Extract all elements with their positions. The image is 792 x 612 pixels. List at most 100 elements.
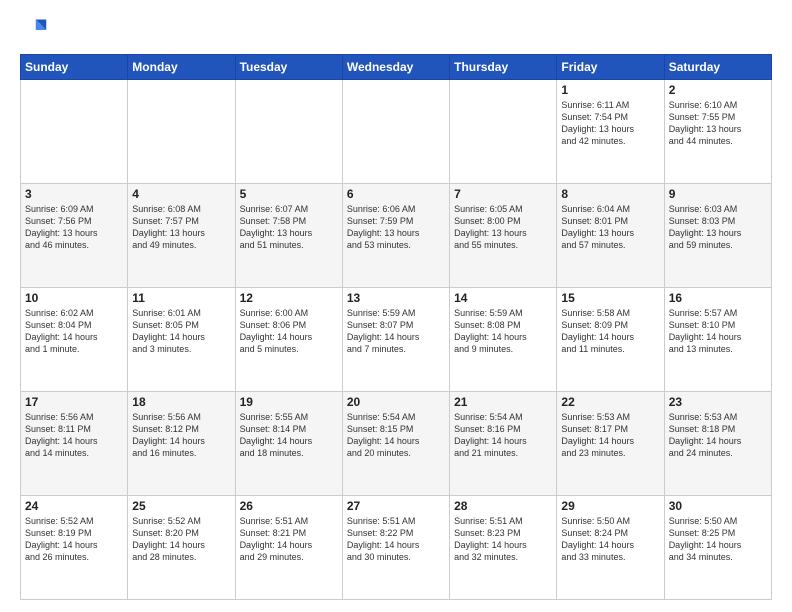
day-info: Sunrise: 5:51 AMSunset: 8:23 PMDaylight:…	[454, 515, 552, 564]
day-info: Sunrise: 6:03 AMSunset: 8:03 PMDaylight:…	[669, 203, 767, 252]
calendar-cell	[342, 80, 449, 184]
weekday-header-thursday: Thursday	[450, 55, 557, 80]
day-number: 6	[347, 187, 445, 201]
day-number: 30	[669, 499, 767, 513]
calendar-cell: 21 Sunrise: 5:54 AMSunset: 8:16 PMDayligh…	[450, 392, 557, 496]
day-number: 18	[132, 395, 230, 409]
day-info: Sunrise: 5:51 AMSunset: 8:21 PMDaylight:…	[240, 515, 338, 564]
weekday-header-sunday: Sunday	[21, 55, 128, 80]
day-info: Sunrise: 6:05 AMSunset: 8:00 PMDaylight:…	[454, 203, 552, 252]
calendar-cell: 19 Sunrise: 5:55 AMSunset: 8:14 PMDayligh…	[235, 392, 342, 496]
day-number: 27	[347, 499, 445, 513]
calendar-cell: 23 Sunrise: 5:53 AMSunset: 8:18 PMDayligh…	[664, 392, 771, 496]
day-info: Sunrise: 5:53 AMSunset: 8:18 PMDaylight:…	[669, 411, 767, 460]
day-info: Sunrise: 5:52 AMSunset: 8:20 PMDaylight:…	[132, 515, 230, 564]
calendar-table: SundayMondayTuesdayWednesdayThursdayFrid…	[20, 54, 772, 600]
day-number: 13	[347, 291, 445, 305]
logo	[20, 16, 52, 44]
day-info: Sunrise: 5:56 AMSunset: 8:12 PMDaylight:…	[132, 411, 230, 460]
weekday-header-saturday: Saturday	[664, 55, 771, 80]
day-number: 14	[454, 291, 552, 305]
calendar-cell: 10 Sunrise: 6:02 AMSunset: 8:04 PMDayligh…	[21, 288, 128, 392]
calendar-cell: 17 Sunrise: 5:56 AMSunset: 8:11 PMDayligh…	[21, 392, 128, 496]
calendar-cell: 9 Sunrise: 6:03 AMSunset: 8:03 PMDaylight…	[664, 184, 771, 288]
day-info: Sunrise: 6:00 AMSunset: 8:06 PMDaylight:…	[240, 307, 338, 356]
calendar-cell	[128, 80, 235, 184]
calendar-week-row-5: 24 Sunrise: 5:52 AMSunset: 8:19 PMDayligh…	[21, 496, 772, 600]
day-number: 23	[669, 395, 767, 409]
day-info: Sunrise: 6:07 AMSunset: 7:58 PMDaylight:…	[240, 203, 338, 252]
calendar-cell: 14 Sunrise: 5:59 AMSunset: 8:08 PMDayligh…	[450, 288, 557, 392]
calendar-week-row-2: 3 Sunrise: 6:09 AMSunset: 7:56 PMDaylight…	[21, 184, 772, 288]
calendar-cell: 11 Sunrise: 6:01 AMSunset: 8:05 PMDayligh…	[128, 288, 235, 392]
day-info: Sunrise: 5:59 AMSunset: 8:07 PMDaylight:…	[347, 307, 445, 356]
calendar-cell: 2 Sunrise: 6:10 AMSunset: 7:55 PMDaylight…	[664, 80, 771, 184]
calendar-cell: 15 Sunrise: 5:58 AMSunset: 8:09 PMDayligh…	[557, 288, 664, 392]
day-number: 16	[669, 291, 767, 305]
calendar-cell: 1Sunrise: 6:11 AMSunset: 7:54 PMDaylight…	[557, 80, 664, 184]
day-number: 25	[132, 499, 230, 513]
logo-icon	[20, 16, 48, 44]
day-info: Sunrise: 5:53 AMSunset: 8:17 PMDaylight:…	[561, 411, 659, 460]
day-number: 4	[132, 187, 230, 201]
day-number: 29	[561, 499, 659, 513]
day-number: 17	[25, 395, 123, 409]
day-info: Sunrise: 5:52 AMSunset: 8:19 PMDaylight:…	[25, 515, 123, 564]
calendar-cell: 6 Sunrise: 6:06 AMSunset: 7:59 PMDaylight…	[342, 184, 449, 288]
day-number: 2	[669, 83, 767, 97]
calendar-cell	[450, 80, 557, 184]
day-info: Sunrise: 6:04 AMSunset: 8:01 PMDaylight:…	[561, 203, 659, 252]
calendar-cell: 30 Sunrise: 5:50 AMSunset: 8:25 PMDayligh…	[664, 496, 771, 600]
day-info: Sunrise: 5:57 AMSunset: 8:10 PMDaylight:…	[669, 307, 767, 356]
day-info: Sunrise: 5:55 AMSunset: 8:14 PMDaylight:…	[240, 411, 338, 460]
day-info: Sunrise: 6:06 AMSunset: 7:59 PMDaylight:…	[347, 203, 445, 252]
day-number: 24	[25, 499, 123, 513]
day-number: 10	[25, 291, 123, 305]
day-info: Sunrise: 6:02 AMSunset: 8:04 PMDaylight:…	[25, 307, 123, 356]
day-info: Sunrise: 5:54 AMSunset: 8:16 PMDaylight:…	[454, 411, 552, 460]
day-info: Sunrise: 5:58 AMSunset: 8:09 PMDaylight:…	[561, 307, 659, 356]
calendar-cell: 22 Sunrise: 5:53 AMSunset: 8:17 PMDayligh…	[557, 392, 664, 496]
day-info: Sunrise: 5:51 AMSunset: 8:22 PMDaylight:…	[347, 515, 445, 564]
day-number: 26	[240, 499, 338, 513]
day-info: Sunrise: 5:50 AMSunset: 8:25 PMDaylight:…	[669, 515, 767, 564]
day-number: 21	[454, 395, 552, 409]
calendar-cell: 29Sunrise: 5:50 AMSunset: 8:24 PMDayligh…	[557, 496, 664, 600]
day-info: Sunrise: 6:08 AMSunset: 7:57 PMDaylight:…	[132, 203, 230, 252]
day-number: 9	[669, 187, 767, 201]
day-number: 7	[454, 187, 552, 201]
calendar-cell: 20 Sunrise: 5:54 AMSunset: 8:15 PMDayligh…	[342, 392, 449, 496]
day-number: 3	[25, 187, 123, 201]
weekday-header-tuesday: Tuesday	[235, 55, 342, 80]
day-number: 19	[240, 395, 338, 409]
calendar-header-row: SundayMondayTuesdayWednesdayThursdayFrid…	[21, 55, 772, 80]
calendar-cell: 26 Sunrise: 5:51 AMSunset: 8:21 PMDayligh…	[235, 496, 342, 600]
day-info: Sunrise: 5:59 AMSunset: 8:08 PMDaylight:…	[454, 307, 552, 356]
calendar-week-row-4: 17 Sunrise: 5:56 AMSunset: 8:11 PMDayligh…	[21, 392, 772, 496]
day-number: 8	[561, 187, 659, 201]
calendar-cell: 25 Sunrise: 5:52 AMSunset: 8:20 PMDayligh…	[128, 496, 235, 600]
day-info: Sunrise: 6:11 AMSunset: 7:54 PMDaylight:…	[561, 99, 659, 148]
day-number: 12	[240, 291, 338, 305]
day-info: Sunrise: 5:56 AMSunset: 8:11 PMDaylight:…	[25, 411, 123, 460]
weekday-header-friday: Friday	[557, 55, 664, 80]
calendar-cell: 4 Sunrise: 6:08 AMSunset: 7:57 PMDaylight…	[128, 184, 235, 288]
day-info: Sunrise: 5:54 AMSunset: 8:15 PMDaylight:…	[347, 411, 445, 460]
calendar-cell: 8 Sunrise: 6:04 AMSunset: 8:01 PMDaylight…	[557, 184, 664, 288]
day-number: 11	[132, 291, 230, 305]
page: SundayMondayTuesdayWednesdayThursdayFrid…	[0, 0, 792, 612]
day-info: Sunrise: 6:10 AMSunset: 7:55 PMDaylight:…	[669, 99, 767, 148]
calendar-cell: 16 Sunrise: 5:57 AMSunset: 8:10 PMDayligh…	[664, 288, 771, 392]
day-number: 15	[561, 291, 659, 305]
calendar-cell: 7 Sunrise: 6:05 AMSunset: 8:00 PMDaylight…	[450, 184, 557, 288]
calendar-cell: 18 Sunrise: 5:56 AMSunset: 8:12 PMDayligh…	[128, 392, 235, 496]
day-number: 22	[561, 395, 659, 409]
calendar-week-row-1: 1Sunrise: 6:11 AMSunset: 7:54 PMDaylight…	[21, 80, 772, 184]
day-info: Sunrise: 6:01 AMSunset: 8:05 PMDaylight:…	[132, 307, 230, 356]
day-number: 20	[347, 395, 445, 409]
weekday-header-wednesday: Wednesday	[342, 55, 449, 80]
calendar-cell: 5Sunrise: 6:07 AMSunset: 7:58 PMDaylight…	[235, 184, 342, 288]
day-number: 28	[454, 499, 552, 513]
calendar-cell: 3 Sunrise: 6:09 AMSunset: 7:56 PMDaylight…	[21, 184, 128, 288]
day-info: Sunrise: 6:09 AMSunset: 7:56 PMDaylight:…	[25, 203, 123, 252]
